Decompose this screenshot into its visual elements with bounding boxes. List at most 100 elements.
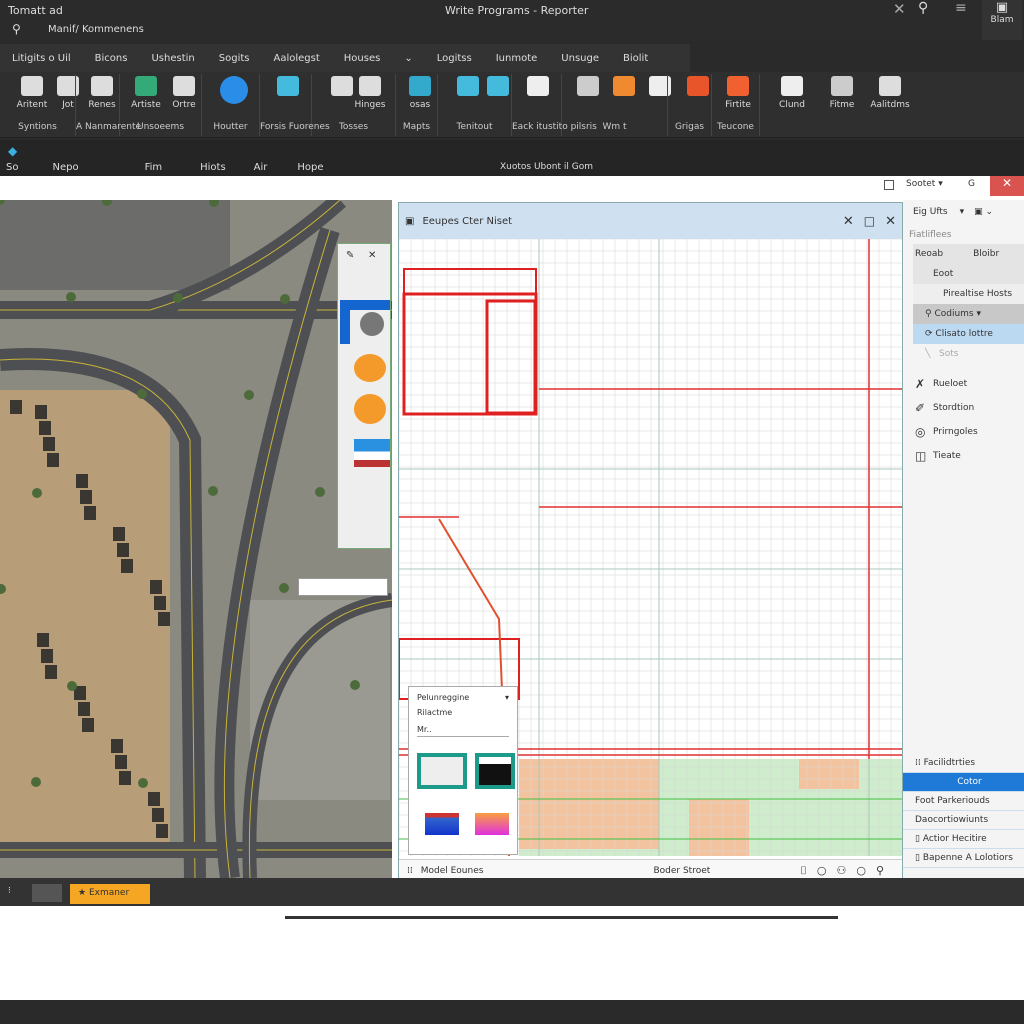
tool-label: Prirngoles: [933, 427, 978, 437]
list-item[interactable]: Cotor: [903, 773, 1024, 792]
button-label: Clund: [779, 100, 805, 110]
document-button[interactable]: [518, 76, 558, 100]
tool-item[interactable]: ◫ Tieate: [903, 444, 1024, 468]
fire-button[interactable]: Firtite: [718, 76, 758, 110]
status-icons[interactable]: ⌷○⚇○⚲: [800, 864, 894, 878]
swatch-dark[interactable]: [475, 753, 515, 789]
checkbox-icon[interactable]: [884, 180, 894, 190]
shape-button[interactable]: [678, 76, 718, 100]
menu-tab[interactable]: Logitss: [425, 53, 484, 64]
building: [113, 527, 125, 541]
record-button[interactable]: [214, 76, 254, 108]
button-label: Ortre: [172, 100, 196, 110]
row-eoot[interactable]: Eoot: [913, 264, 1024, 284]
pin-icon[interactable]: ✎: [346, 250, 354, 261]
frame-icon: [879, 76, 901, 96]
section-label: Fiatliflees: [909, 230, 952, 240]
close-icon[interactable]: ✕: [885, 214, 896, 229]
blam-button[interactable]: ▣ Blam: [982, 0, 1022, 40]
sub-item[interactable]: Nepo: [52, 162, 78, 173]
swatch-magenta[interactable]: [475, 813, 509, 835]
legend-header[interactable]: Pelunreggine ▾: [409, 687, 517, 708]
flag-icon[interactable]: [354, 439, 390, 467]
scrollbar[interactable]: [285, 916, 838, 919]
menu-tab[interactable]: Litigits o Uil: [0, 53, 83, 64]
sub-item[interactable]: Hope: [297, 162, 323, 173]
sub-item[interactable]: Air: [254, 162, 268, 173]
swatch-light[interactable]: [417, 753, 467, 789]
orange-shape-icon[interactable]: [354, 354, 386, 382]
document-icon: [527, 76, 549, 96]
tool-item[interactable]: ✐ Stordtion: [903, 396, 1024, 420]
list-item[interactable]: Daocortiowiunts: [903, 811, 1024, 830]
orange-shape-icon[interactable]: [354, 394, 386, 424]
wrench-icon: ✗: [915, 377, 926, 391]
table-button[interactable]: Renes: [82, 76, 122, 110]
sort-dropdown[interactable]: Sootet ▾: [906, 179, 943, 189]
sub-item[interactable]: Hiots: [200, 162, 226, 173]
bucket-button[interactable]: Ortre: [164, 76, 204, 110]
filter-icon[interactable]: ≡: [955, 0, 967, 16]
tool-item[interactable]: ✗ Rueloet: [903, 372, 1024, 396]
group-label: Tosses: [338, 122, 369, 132]
menu-tab[interactable]: Aalolegst: [262, 53, 332, 64]
face-button[interactable]: [568, 76, 608, 100]
list-item[interactable]: ▯ Bapenne A Lolotiors: [903, 849, 1024, 868]
menu-tab[interactable]: Unsuge: [549, 53, 611, 64]
row-reoab[interactable]: Reoab Bloibr: [913, 244, 1024, 264]
maximize-icon[interactable]: □: [864, 214, 875, 228]
list-item[interactable]: Foot Parkeriouds: [903, 792, 1024, 811]
chevron-down-icon[interactable]: ⌄: [392, 53, 424, 64]
swatch-blue[interactable]: [425, 813, 459, 835]
lightbulb-icon[interactable]: ⚲: [12, 22, 21, 36]
close-button[interactable]: ✕: [990, 176, 1024, 196]
menu-tab[interactable]: Ushestin: [139, 53, 206, 64]
row-hosts[interactable]: Pirealtise Hosts: [913, 284, 1024, 304]
brain-icon[interactable]: [360, 312, 384, 336]
printer-button[interactable]: [478, 76, 518, 100]
satellite-map[interactable]: [0, 200, 392, 878]
tool-label: Rueloet: [933, 379, 968, 389]
frame-button[interactable]: Aalitdms: [870, 76, 910, 110]
menu-tab[interactable]: Houses: [332, 53, 393, 64]
close-icon[interactable]: ✕: [843, 214, 854, 229]
info-button[interactable]: osas: [400, 76, 440, 110]
cloud-button[interactable]: Clund: [772, 76, 812, 110]
layer-dropdown[interactable]: Eig Ufts ▾ ▣ ⌄: [903, 202, 1024, 222]
blam-label: Blam: [990, 15, 1014, 25]
tool-item[interactable]: ◎ Prirngoles: [903, 420, 1024, 444]
menu-tab[interactable]: Iunmote: [484, 53, 550, 64]
globe-icon: [135, 76, 157, 96]
tree: [315, 487, 325, 497]
printer-button[interactable]: [268, 76, 308, 100]
selected-dropdown[interactable]: ⚲ Codiums ▾: [913, 304, 1024, 324]
search-icon[interactable]: ⚲: [918, 0, 928, 16]
list-item[interactable]: ⁞⁞ Facilidtrties: [903, 754, 1024, 773]
grid-icon[interactable]: ⁝: [8, 886, 11, 896]
globe-button[interactable]: Artiste: [126, 76, 166, 110]
building: [121, 559, 133, 573]
close-icon[interactable]: ✕: [893, 0, 906, 18]
menu-tab[interactable]: Bicons: [83, 53, 140, 64]
swirl-button[interactable]: [604, 76, 644, 100]
group-label: Eack itustito pilsris: [512, 122, 597, 132]
faded-item[interactable]: ╲ Sots: [913, 344, 1024, 364]
list-button[interactable]: Fitme: [822, 76, 862, 110]
list-item[interactable]: ▯ Actior Hecitire: [903, 830, 1024, 849]
tab-blank[interactable]: [32, 884, 62, 902]
sub-item[interactable]: Fim: [145, 162, 163, 173]
menu-tab[interactable]: Biolit: [611, 53, 660, 64]
sub-item[interactable]: So: [6, 162, 18, 173]
highlight-item[interactable]: ⟳ Clisato lottre: [913, 324, 1024, 344]
legend-field[interactable]: Mr..: [417, 725, 509, 737]
map-layer-button[interactable]: Aritent: [12, 76, 52, 110]
image-button[interactable]: Hinges: [350, 76, 390, 110]
brush-button[interactable]: [640, 76, 680, 100]
bird-icon[interactable]: ✕: [368, 250, 376, 261]
building: [47, 453, 59, 467]
menu-tab[interactable]: Sogits: [207, 53, 262, 64]
bird-icon[interactable]: ◆: [8, 144, 17, 158]
face-icon: [577, 76, 599, 96]
tab-exmaner[interactable]: ★ Exmaner: [70, 884, 150, 904]
g-button[interactable]: G: [968, 179, 975, 189]
